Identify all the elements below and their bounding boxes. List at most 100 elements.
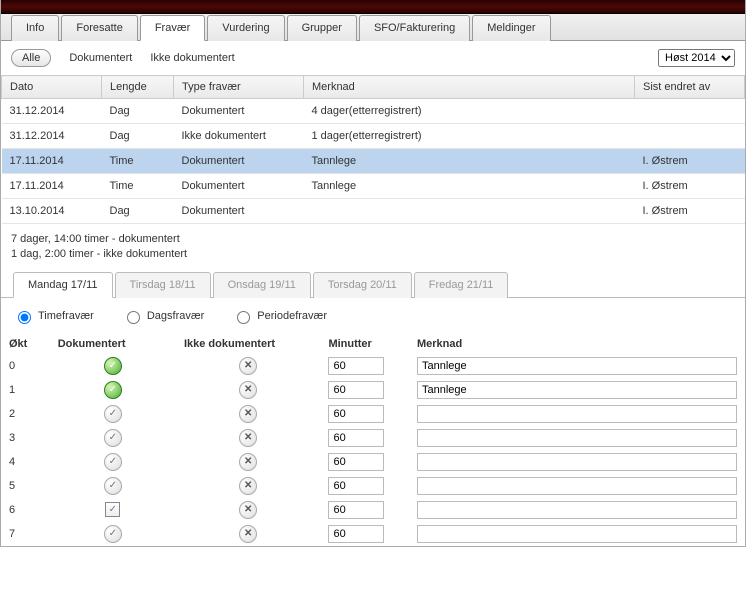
merknad-input[interactable] xyxy=(417,453,737,471)
table-row[interactable]: 13.10.2014DagDokumentertI. Østrem xyxy=(2,199,745,224)
filter-dokumentert[interactable]: Dokumentert xyxy=(69,52,132,64)
absence-type-radios: Timefravær Dagsfravær Periodefravær xyxy=(1,298,745,334)
session-row: 2 ✓ ✕ xyxy=(1,402,745,426)
check-gray-icon[interactable]: ✓ xyxy=(104,477,122,495)
radio-periodefravaer-input[interactable] xyxy=(237,311,250,324)
tab-info[interactable]: Info xyxy=(11,15,59,41)
dokumentert-cell: ✓ xyxy=(50,354,176,378)
cell-sist: I. Østrem xyxy=(635,174,745,199)
merknad-input[interactable] xyxy=(417,405,737,423)
checkbox-square-icon[interactable]: ✓ xyxy=(105,502,120,517)
cell-sist: I. Østrem xyxy=(635,199,745,224)
col-sist[interactable]: Sist endret av xyxy=(635,76,745,99)
cell-lengde: Time xyxy=(102,149,174,174)
x-icon[interactable]: ✕ xyxy=(239,429,257,447)
minutes-input[interactable] xyxy=(328,381,384,399)
merknad-cell xyxy=(409,402,745,426)
check-gray-icon[interactable]: ✓ xyxy=(104,429,122,447)
minutes-input[interactable] xyxy=(328,477,384,495)
merknad-input[interactable] xyxy=(417,477,737,495)
minutes-input[interactable] xyxy=(328,405,384,423)
col-merknad[interactable]: Merknad xyxy=(304,76,635,99)
radio-timefravaer[interactable]: Timefravær xyxy=(13,308,94,324)
summary-line1: 7 dager, 14:00 timer - dokumentert xyxy=(11,232,735,247)
cell-lengde: Time xyxy=(102,174,174,199)
dokumentert-cell: ✓ xyxy=(50,450,176,474)
check-green-icon[interactable]: ✓ xyxy=(104,381,122,399)
radio-dagsfravaer-input[interactable] xyxy=(127,311,140,324)
check-gray-icon[interactable]: ✓ xyxy=(104,453,122,471)
radio-timefravaer-input[interactable] xyxy=(18,311,31,324)
col-okt: Økt xyxy=(1,334,50,354)
session-row: 5✓✕ xyxy=(1,474,745,498)
table-row[interactable]: 31.12.2014DagIkke dokumentert1 dager(ett… xyxy=(2,124,745,149)
x-icon[interactable]: ✕ xyxy=(239,477,257,495)
table-row[interactable]: 17.11.2014TimeDokumentertTannlegeI. Østr… xyxy=(2,149,745,174)
check-gray-icon[interactable]: ✓ xyxy=(104,405,122,423)
check-gray-icon[interactable]: ✓ xyxy=(104,525,122,543)
daytab-mon[interactable]: Mandag 17/11 xyxy=(13,272,113,298)
cell-sist xyxy=(635,124,745,149)
minutes-input[interactable] xyxy=(328,525,384,543)
tab-meldinger[interactable]: Meldinger xyxy=(472,15,550,41)
radio-dagsfravaer[interactable]: Dagsfravær xyxy=(122,308,204,324)
tab-foresatte[interactable]: Foresatte xyxy=(61,15,137,41)
ikke-dokumentert-cell: ✕ xyxy=(176,498,321,522)
cell-type: Dokumentert xyxy=(174,174,304,199)
cell-dato: 17.11.2014 xyxy=(2,174,102,199)
daytab-fri[interactable]: Fredag 21/11 xyxy=(414,272,509,298)
cell-dato: 17.11.2014 xyxy=(2,149,102,174)
tab-grupper[interactable]: Grupper xyxy=(287,15,357,41)
radio-periodefravaer[interactable]: Periodefravær xyxy=(232,308,327,324)
dokumentert-cell: ✓ xyxy=(50,522,176,546)
x-icon[interactable]: ✕ xyxy=(239,501,257,519)
filter-ikke-dokumentert[interactable]: Ikke dokumentert xyxy=(150,52,234,64)
x-icon[interactable]: ✕ xyxy=(239,381,257,399)
ikke-dokumentert-cell: ✕ xyxy=(176,378,321,402)
ikke-dokumentert-cell: ✕ xyxy=(176,426,321,450)
merknad-cell xyxy=(409,474,745,498)
tab-fravaer[interactable]: Fravær xyxy=(140,15,205,41)
col-dato[interactable]: Dato xyxy=(2,76,102,99)
table-row[interactable]: 31.12.2014DagDokumentert4 dager(etterreg… xyxy=(2,99,745,124)
main-tabs: Info Foresatte Fravær Vurdering Grupper … xyxy=(1,14,745,41)
minutes-cell xyxy=(320,426,409,450)
session-number: 2 xyxy=(1,402,50,426)
merknad-input[interactable] xyxy=(417,525,737,543)
tab-vurdering[interactable]: Vurdering xyxy=(207,15,284,41)
session-row: 4 ✓ ✕ xyxy=(1,450,745,474)
col-type[interactable]: Type fravær xyxy=(174,76,304,99)
merknad-cell xyxy=(409,450,745,474)
daytab-wed[interactable]: Onsdag 19/11 xyxy=(213,272,311,298)
merknad-input[interactable] xyxy=(417,381,737,399)
minutes-input[interactable] xyxy=(328,501,384,519)
session-row: 6✓✕ xyxy=(1,498,745,522)
cell-lengde: Dag xyxy=(102,199,174,224)
col-lengde[interactable]: Lengde xyxy=(102,76,174,99)
session-number: 4 xyxy=(1,450,50,474)
day-tabs: Mandag 17/11 Tirsdag 18/11 Onsdag 19/11 … xyxy=(1,271,745,298)
x-icon[interactable]: ✕ xyxy=(239,453,257,471)
minutes-input[interactable] xyxy=(328,453,384,471)
check-green-icon[interactable]: ✓ xyxy=(104,357,122,375)
minutes-input[interactable] xyxy=(328,357,384,375)
filter-alle[interactable]: Alle xyxy=(11,49,51,67)
tab-sfo[interactable]: SFO/Fakturering xyxy=(359,15,470,41)
session-number: 7 xyxy=(1,522,50,546)
minutes-input[interactable] xyxy=(328,429,384,447)
x-icon[interactable]: ✕ xyxy=(239,525,257,543)
x-icon[interactable]: ✕ xyxy=(239,405,257,423)
daytab-thu[interactable]: Torsdag 20/11 xyxy=(313,272,412,298)
cell-merknad: Tannlege xyxy=(304,149,635,174)
merknad-input[interactable] xyxy=(417,357,737,375)
daytab-tue[interactable]: Tirsdag 18/11 xyxy=(115,272,211,298)
merknad-input[interactable] xyxy=(417,429,737,447)
x-icon[interactable]: ✕ xyxy=(239,357,257,375)
dokumentert-cell: ✓ xyxy=(50,378,176,402)
dokumentert-cell: ✓ xyxy=(50,402,176,426)
ikke-dokumentert-cell: ✕ xyxy=(176,450,321,474)
col-min: Minutter xyxy=(320,334,409,354)
semester-select[interactable]: Høst 2014 xyxy=(658,49,735,67)
table-row[interactable]: 17.11.2014TimeDokumentertTannlegeI. Østr… xyxy=(2,174,745,199)
merknad-input[interactable] xyxy=(417,501,737,519)
